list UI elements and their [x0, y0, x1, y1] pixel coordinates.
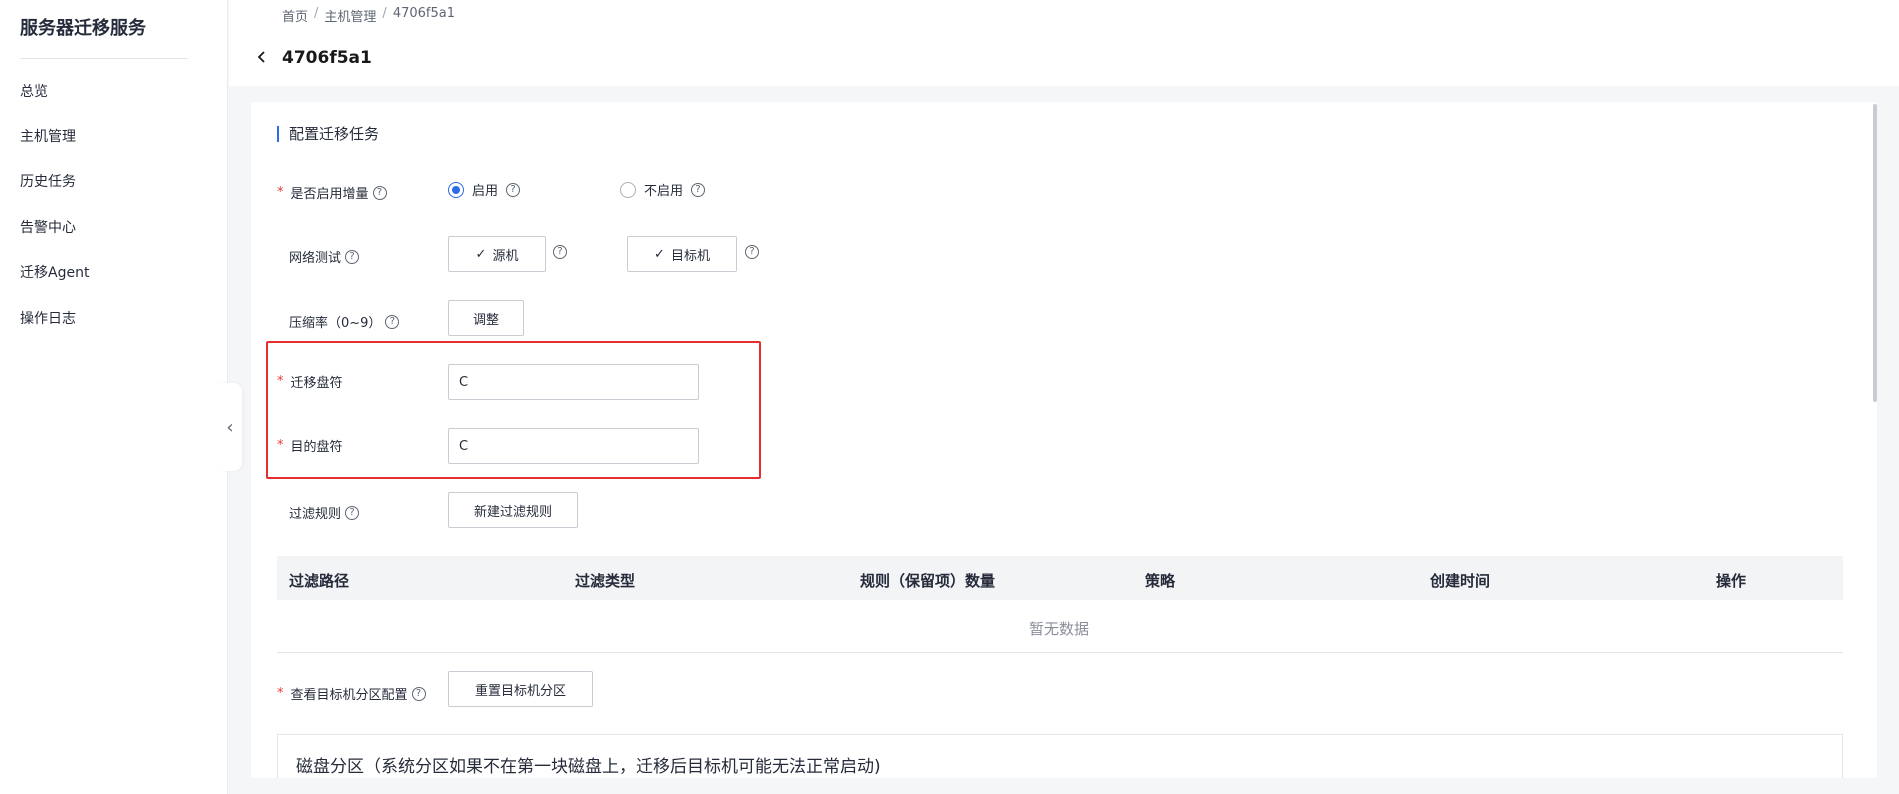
filter-rule-label-text: 过滤规则 — [289, 507, 342, 522]
help-icon[interactable]: ? — [411, 686, 426, 701]
radio-disable[interactable]: 不启用 ? — [620, 180, 706, 199]
help-icon[interactable]: ? — [372, 185, 387, 200]
required-marker: * — [277, 686, 284, 701]
target-drive-label: * 目的盘符 — [277, 436, 343, 455]
help-icon[interactable]: ? — [345, 249, 360, 264]
adjust-compression-button[interactable]: 调整 — [448, 300, 524, 336]
back-arrow-icon[interactable] — [253, 48, 271, 66]
table-bottom-border — [277, 652, 1843, 653]
help-icon[interactable]: ? — [691, 182, 706, 197]
sidebar-item-history-tasks[interactable]: 历史任务 — [20, 171, 76, 191]
compression-label: 压缩率（0~9） ? — [289, 312, 400, 331]
sidebar-item-operation-log[interactable]: 操作日志 — [20, 308, 76, 328]
target-network-test-button[interactable]: ✓ 目标机 — [627, 236, 737, 272]
partition-config-label-text: 查看目标机分区配置 — [290, 688, 408, 703]
column-rule-count: 规则（保留项）数量 — [860, 572, 996, 590]
help-icon[interactable]: ? — [385, 314, 400, 329]
sidebar-item-alarm-center[interactable]: 告警中心 — [20, 217, 76, 237]
sidebar-item-overview[interactable]: 总览 — [20, 81, 48, 101]
bottom-bar — [229, 778, 1899, 794]
help-icon[interactable]: ? — [506, 182, 521, 197]
incremental-label-text: 是否启用增量 — [290, 187, 369, 202]
network-test-label: 网络测试 ? — [289, 247, 360, 266]
disk-partition-title: 磁盘分区（系统分区如果不在第一块磁盘上，迁移后目标机可能无法正常启动) — [296, 757, 881, 777]
app-title: 服务器迁移服务 — [20, 18, 146, 39]
page-header: 首页 / 主机管理 / 4706f5a1 4706f5a1 — [229, 0, 1899, 86]
scrollbar[interactable] — [1873, 104, 1877, 402]
radio-circle-checked[interactable] — [448, 181, 464, 198]
filter-table-header: 过滤路径 过滤类型 规则（保留项）数量 策略 创建时间 操作 — [277, 556, 1843, 600]
table-empty-text: 暂无数据 — [1029, 620, 1090, 638]
target-drive-input[interactable] — [448, 428, 699, 464]
check-icon: ✓ — [475, 246, 487, 262]
radio-enable-label: 启用 — [472, 184, 499, 199]
breadcrumb-host-management[interactable]: 主机管理 — [324, 6, 376, 25]
source-button-label: 源机 — [492, 248, 519, 264]
compression-label-text: 压缩率（0~9） — [289, 316, 382, 331]
help-icon[interactable]: ? — [745, 245, 759, 259]
breadcrumb-separator: / — [382, 6, 387, 21]
column-filter-path: 过滤路径 — [289, 572, 350, 590]
column-actions: 操作 — [1716, 572, 1747, 590]
sidebar-item-host-management[interactable]: 主机管理 — [20, 126, 76, 146]
section-title: 配置迁移任务 — [277, 126, 379, 142]
help-icon[interactable]: ? — [553, 245, 567, 259]
network-test-label-text: 网络测试 — [289, 251, 342, 266]
source-drive-input[interactable] — [448, 364, 699, 400]
sidebar: 服务器迁移服务 总览 主机管理 历史任务 告警中心 迁移Agent 操作日志 — [0, 0, 228, 794]
sidebar-divider — [20, 58, 188, 59]
breadcrumb-home[interactable]: 首页 — [282, 6, 308, 25]
radio-disable-label: 不启用 — [644, 184, 684, 199]
column-created-time: 创建时间 — [1430, 572, 1491, 590]
breadcrumb-current: 4706f5a1 — [392, 6, 455, 21]
required-marker: * — [277, 438, 284, 453]
breadcrumb-separator: / — [314, 6, 319, 21]
source-drive-label: * 迁移盘符 — [277, 372, 343, 391]
breadcrumb: 首页 / 主机管理 / 4706f5a1 — [282, 6, 455, 25]
incremental-label: * 是否启用增量 ? — [277, 183, 387, 202]
new-filter-rule-button[interactable]: 新建过滤规则 — [448, 492, 578, 528]
sidebar-item-migration-agent[interactable]: 迁移Agent — [20, 262, 89, 282]
required-marker: * — [277, 185, 284, 200]
target-drive-label-text: 目的盘符 — [290, 440, 343, 455]
radio-enable[interactable]: 启用 ? — [448, 180, 521, 199]
column-strategy: 策略 — [1145, 572, 1176, 590]
column-filter-type: 过滤类型 — [575, 572, 636, 590]
radio-circle-unchecked[interactable] — [620, 181, 636, 198]
filter-rule-label: 过滤规则 ? — [289, 503, 360, 522]
check-icon: ✓ — [654, 246, 665, 262]
source-drive-label-text: 迁移盘符 — [290, 376, 343, 391]
page-title: 4706f5a1 — [282, 48, 372, 68]
help-icon[interactable]: ? — [345, 505, 360, 520]
sidebar-collapse-button[interactable]: ‹ — [218, 383, 242, 471]
reset-partition-button[interactable]: 重置目标机分区 — [448, 671, 593, 707]
target-button-label: 目标机 — [670, 248, 710, 264]
chevron-left-icon: ‹ — [226, 416, 234, 438]
required-marker: * — [277, 374, 284, 389]
source-network-test-button[interactable]: ✓ 源机 — [448, 236, 546, 272]
partition-config-label: * 查看目标机分区配置 ? — [277, 684, 426, 703]
